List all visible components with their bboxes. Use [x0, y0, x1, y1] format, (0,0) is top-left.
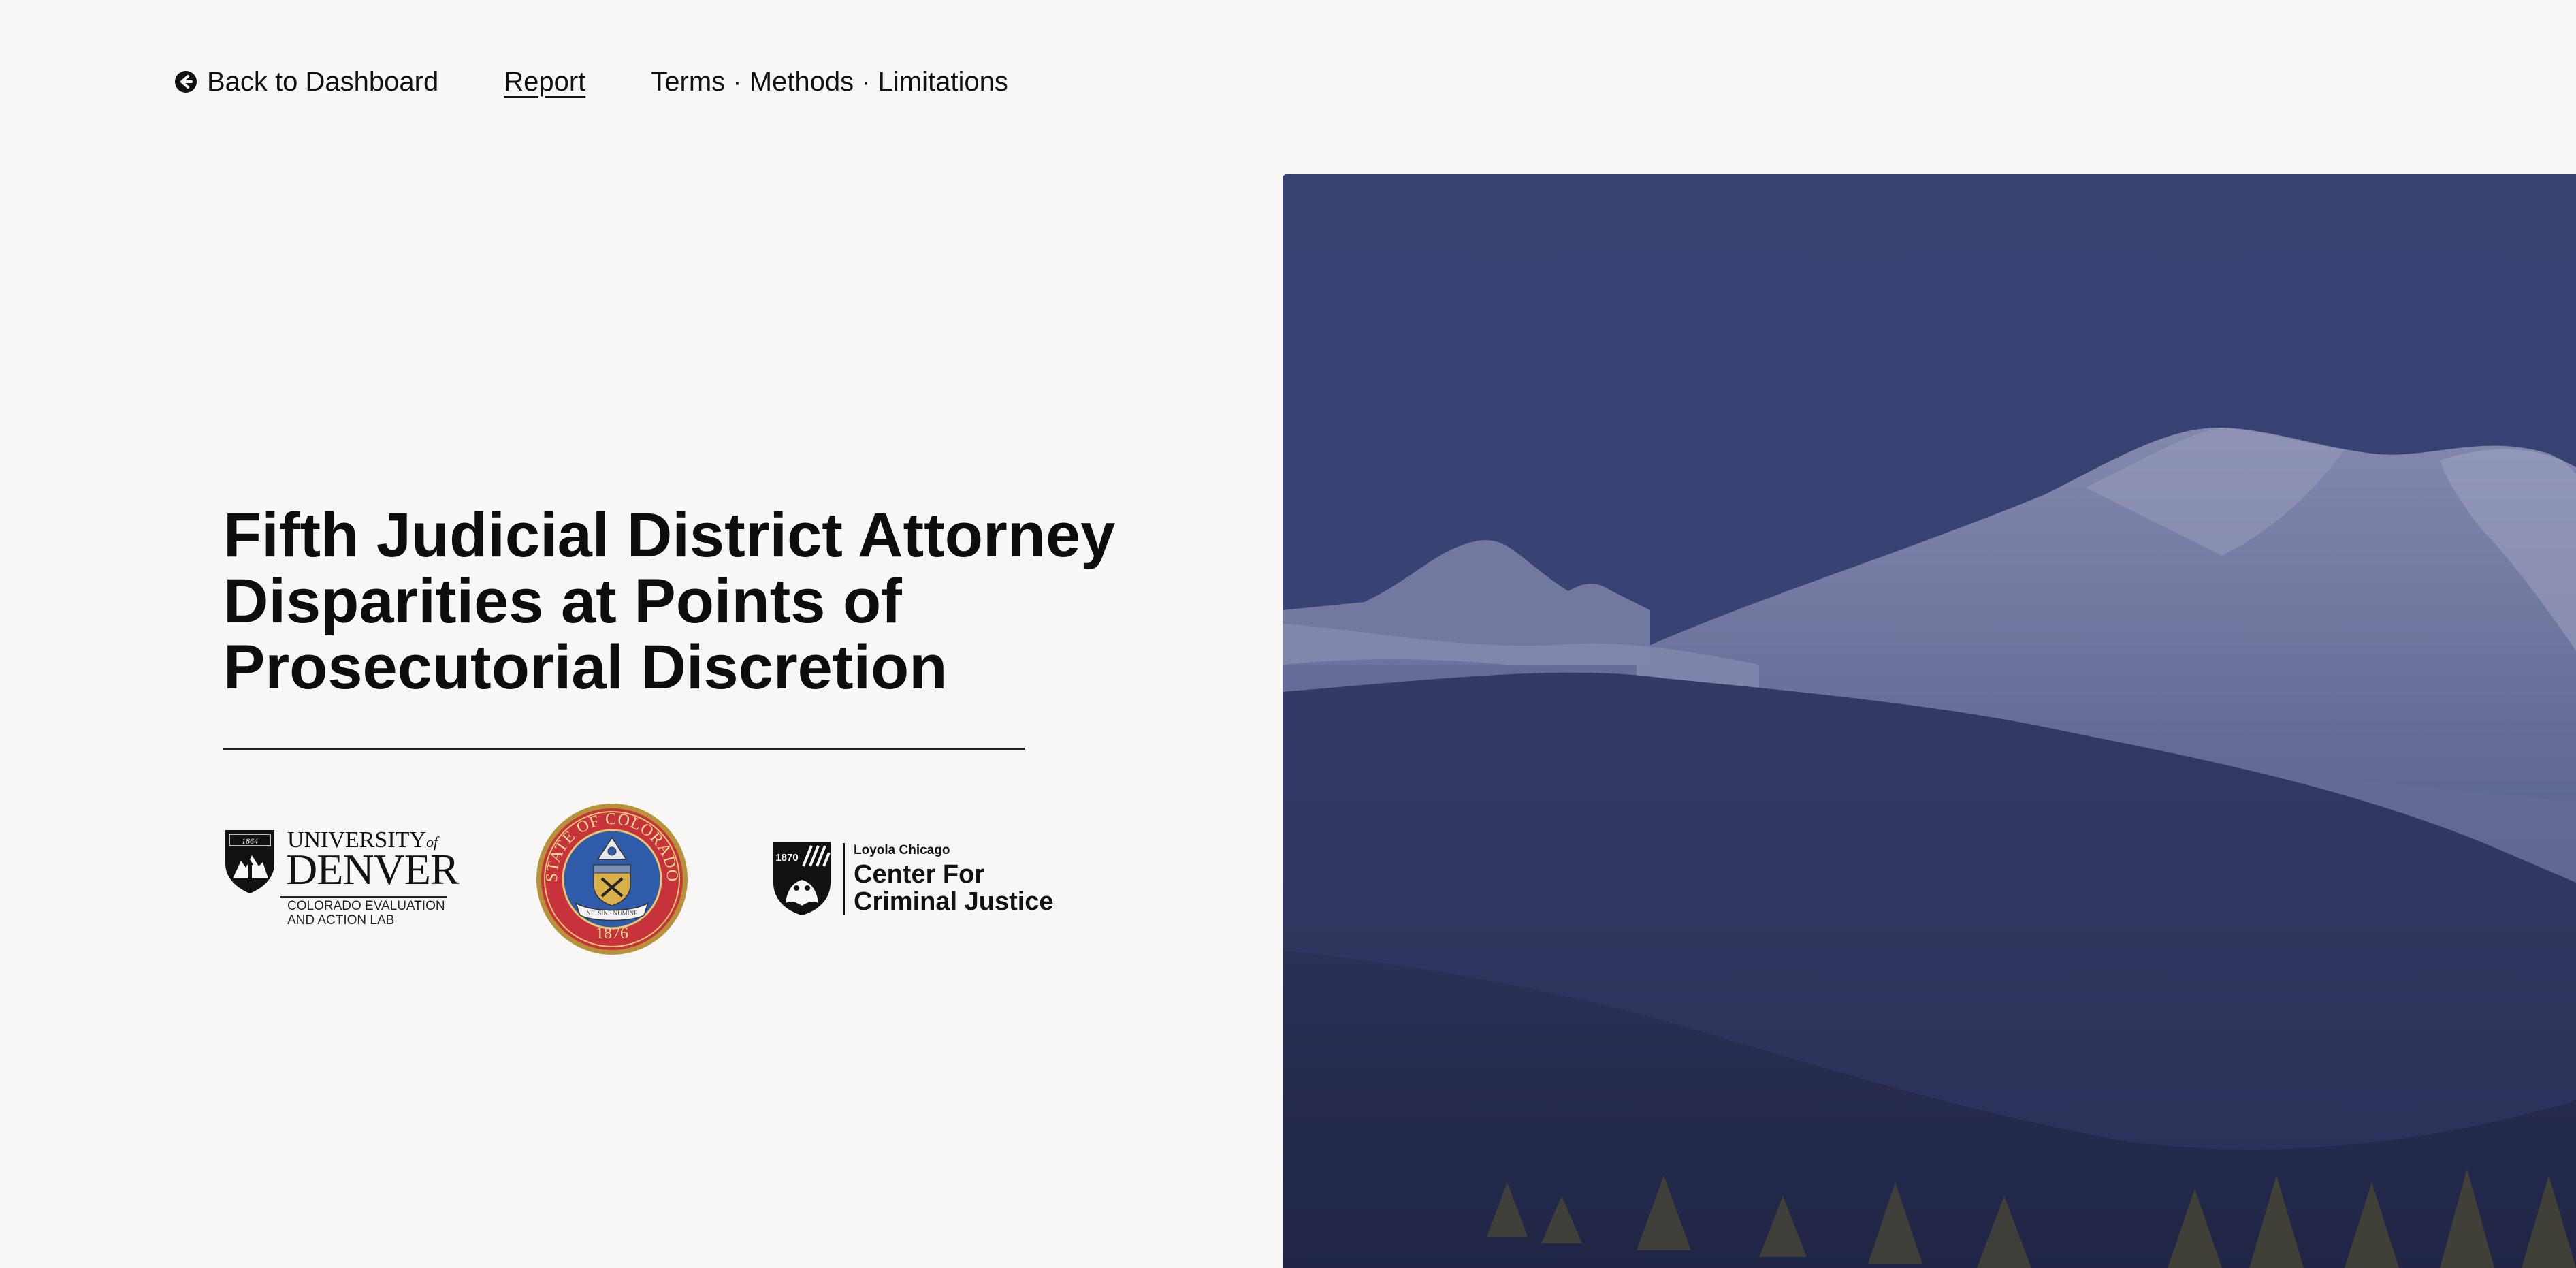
- landing-page: Back to Dashboard Report Terms · Methods…: [0, 0, 2576, 1268]
- report-link[interactable]: Report: [504, 67, 585, 97]
- colorado-state-seal-logo: STATE OF COLORADO 1876 NIL SINE NUMINE: [535, 802, 689, 956]
- title-line-3: Prosecutorial Discretion: [223, 633, 948, 702]
- university-of-denver-logo: 1864 UNIVERSITYof DENVER COLORADO EVALUA…: [223, 828, 460, 930]
- title-divider: [223, 748, 1025, 750]
- back-to-dashboard-label: Back to Dashboard: [207, 66, 439, 97]
- loyola-center-for-criminal-justice-logo: 1870 Loyola Chicago Center For Criminal …: [772, 840, 1058, 919]
- svg-text:1864: 1864: [242, 836, 258, 846]
- luc-name-line-2: Criminal Justice: [854, 887, 1054, 916]
- svg-text:NIL SINE NUMINE: NIL SINE NUMINE: [586, 910, 638, 917]
- title-line-2: Disparities at Points of: [223, 567, 902, 636]
- luc-small-text: Loyola Chicago: [854, 843, 950, 857]
- mountain-landscape-image: [1283, 174, 2576, 1268]
- title-line-1: Fifth Judicial District Attorney: [223, 501, 1116, 570]
- luc-name-line-1: Center For: [854, 860, 985, 889]
- arrow-left-circle-icon: [175, 71, 197, 93]
- luc-divider: [843, 843, 845, 915]
- terms-methods-limitations-link[interactable]: Terms · Methods · Limitations: [651, 67, 1008, 97]
- top-nav: Back to Dashboard Report Terms · Methods…: [174, 63, 1008, 101]
- page-title: Fifth Judicial District Attorney Dispari…: [223, 503, 1244, 701]
- du-lab-line-2: AND ACTION LAB: [287, 913, 395, 928]
- svg-text:1870: 1870: [775, 852, 798, 863]
- du-denver-text: DENVER: [286, 845, 460, 893]
- loyola-shield-icon: 1870: [773, 842, 831, 915]
- back-to-dashboard-link[interactable]: Back to Dashboard: [174, 67, 438, 97]
- hero-mountain-image: [1283, 174, 2576, 1268]
- du-lab-text: COLORADO EVALUATION AND ACTION LAB: [287, 899, 445, 928]
- du-divider: [280, 896, 447, 898]
- colorado-state-seal-icon: STATE OF COLORADO 1876 NIL SINE NUMINE: [536, 804, 688, 955]
- du-lab-line-1: COLORADO EVALUATION: [287, 899, 445, 913]
- luc-name-text: Center For Criminal Justice: [854, 861, 1054, 915]
- university-of-denver-shield-icon: 1864: [225, 830, 274, 893]
- svg-text:1876: 1876: [596, 925, 628, 942]
